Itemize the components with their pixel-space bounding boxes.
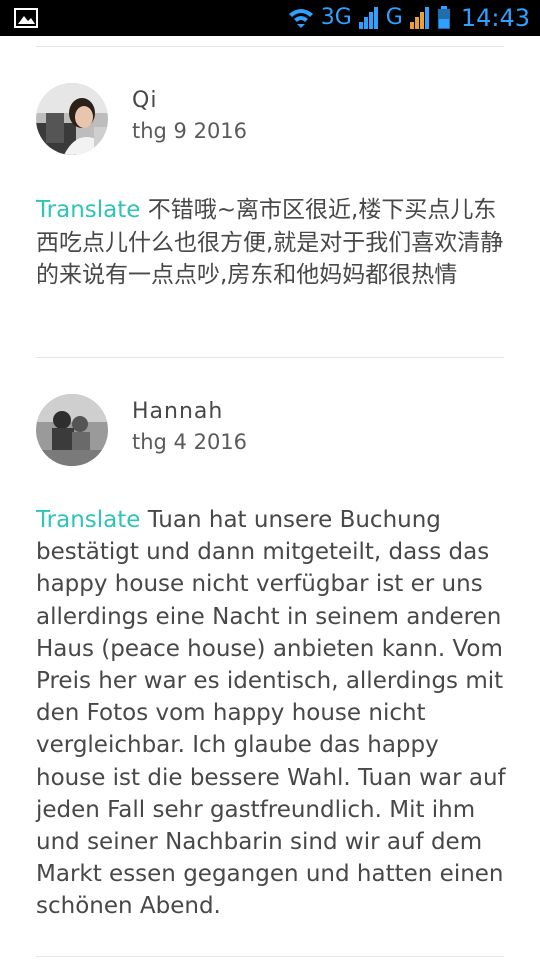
avatar-photo (36, 394, 108, 466)
network-type-label: 3G (320, 5, 352, 30)
battery-icon (437, 6, 450, 29)
review-text: Translate 不错哦~离市区很近,楼下买点儿东西吃点儿什么也很方便,就是对… (36, 194, 506, 292)
avatar[interactable] (36, 83, 108, 155)
translate-link[interactable]: Translate (36, 507, 140, 533)
image-icon (14, 8, 38, 28)
status-bar: 3G G 14:43 (0, 0, 540, 36)
network-type-label-2: G (385, 5, 403, 30)
wifi-icon (288, 9, 313, 28)
divider (36, 357, 504, 358)
review-body: Tuan hat unsere Buchung bestätigt und da… (36, 507, 506, 920)
review-date: thg 9 2016 (132, 119, 248, 143)
reviewer-name[interactable]: Hannah (132, 399, 223, 424)
divider (36, 956, 504, 957)
signal-icon (409, 7, 429, 29)
review-text: Translate Tuan hat unsere Buchung bestät… (36, 504, 508, 923)
translate-link[interactable]: Translate (36, 197, 140, 223)
signal-icon (358, 7, 378, 29)
avatar-photo (36, 83, 108, 155)
avatar[interactable] (36, 394, 108, 466)
clock: 14:43 (460, 4, 530, 32)
reviewer-name[interactable]: Qi (132, 88, 157, 113)
divider (36, 46, 504, 47)
review-date: thg 4 2016 (132, 430, 248, 454)
